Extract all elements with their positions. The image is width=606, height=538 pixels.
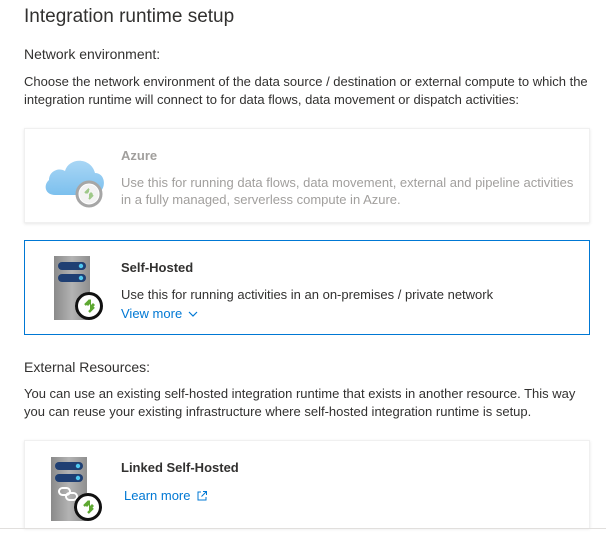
- azure-option-title: Azure: [121, 148, 158, 163]
- integration-runtime-setup-panel: Integration runtime setup Network enviro…: [0, 0, 606, 538]
- learn-more-label: Learn more: [124, 488, 191, 503]
- page-title: Integration runtime setup: [24, 6, 235, 27]
- external-resources-heading: External Resources:: [24, 359, 151, 375]
- network-environment-description: Choose the network environment of the da…: [24, 74, 588, 107]
- self-hosted-option-title: Self-Hosted: [121, 260, 194, 275]
- cloud-runtime-icon: [43, 149, 107, 214]
- learn-more-link[interactable]: Learn more: [124, 488, 208, 503]
- view-more-label: View more: [121, 306, 183, 321]
- network-environment-heading: Network environment:: [24, 46, 161, 62]
- divider: [0, 528, 606, 529]
- server-runtime-icon: [51, 255, 109, 330]
- self-hosted-option-description: Use this for running activities in an on…: [121, 287, 494, 302]
- external-resources-description: You can use an existing self-hosted inte…: [24, 386, 576, 419]
- azure-option-description: Use this for running data flows, data mo…: [121, 175, 574, 207]
- external-link-icon: [197, 490, 208, 500]
- linked-server-runtime-icon: [51, 456, 109, 529]
- view-more-link[interactable]: View more: [121, 306, 198, 321]
- linked-self-hosted-option-title: Linked Self-Hosted: [121, 460, 239, 475]
- linked-self-hosted-option-card[interactable]: Linked Self-Hosted Learn more: [24, 440, 590, 528]
- azure-option-card[interactable]: Azure Use this for running data flows, d…: [24, 128, 590, 223]
- chevron-down-icon: [188, 311, 198, 317]
- self-hosted-option-card[interactable]: Self-Hosted Use this for running activit…: [24, 240, 590, 335]
